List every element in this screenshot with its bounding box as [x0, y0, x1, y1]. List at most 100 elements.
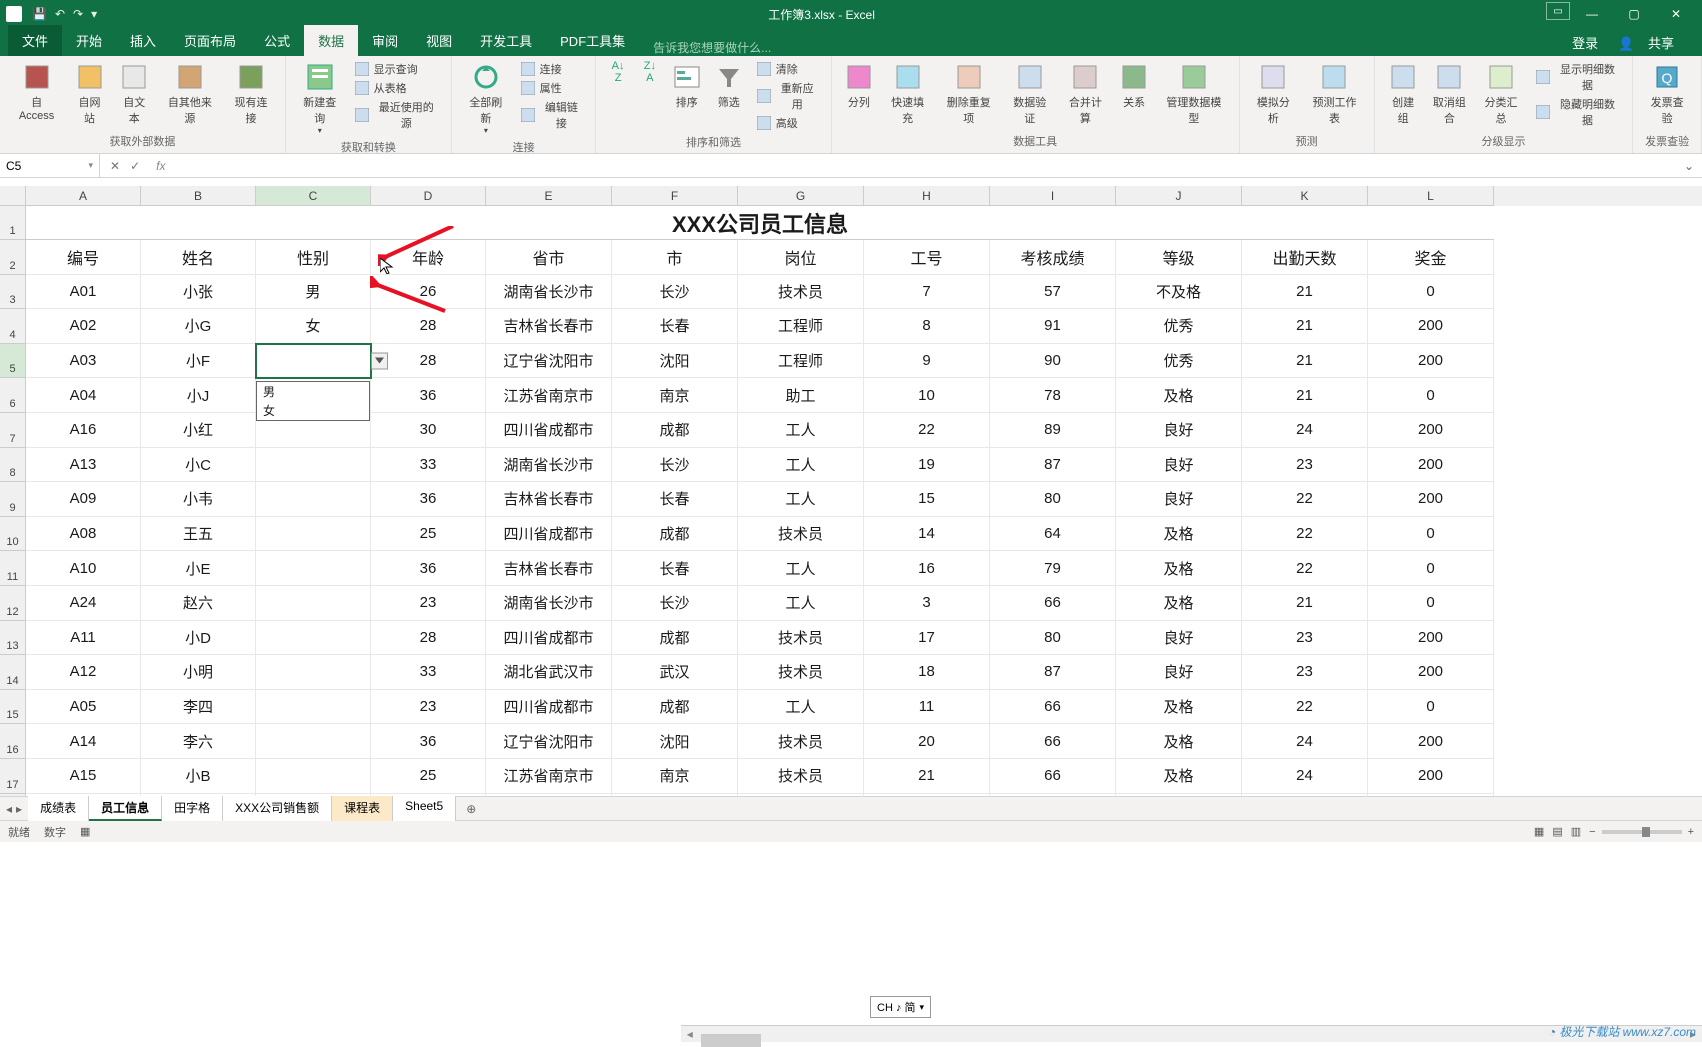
- row-header[interactable]: 11: [0, 551, 26, 586]
- cell[interactable]: 辽宁省沈阳市: [486, 344, 612, 379]
- row-header[interactable]: 1: [0, 206, 26, 240]
- row-header[interactable]: 10: [0, 517, 26, 552]
- cell[interactable]: 及格: [1116, 517, 1242, 552]
- cell[interactable]: 四川省成都市: [486, 413, 612, 448]
- ribbon-options-icon[interactable]: ▭: [1546, 2, 1570, 20]
- cell[interactable]: 年龄: [371, 240, 486, 275]
- cell[interactable]: A12: [26, 655, 141, 690]
- row-header[interactable]: 7: [0, 413, 26, 448]
- cancel-icon[interactable]: ✕: [110, 159, 120, 173]
- row-header[interactable]: 12: [0, 586, 26, 621]
- ribbon-tab[interactable]: 视图: [412, 25, 466, 56]
- cell[interactable]: 16: [864, 551, 990, 586]
- cell[interactable]: 及格: [1116, 586, 1242, 621]
- row-header[interactable]: 9: [0, 482, 26, 517]
- ribbon-button-small[interactable]: 连接: [516, 60, 588, 78]
- cell[interactable]: A16: [26, 413, 141, 448]
- row-header[interactable]: 18: [0, 794, 26, 797]
- column-header[interactable]: K: [1242, 186, 1368, 206]
- cell[interactable]: 10: [864, 378, 990, 413]
- spreadsheet[interactable]: ABCDEFGHIJKL 1XXX公司员工信息2编号姓名性别年龄省市市岗位工号考…: [0, 186, 1702, 796]
- ribbon-button[interactable]: 分列: [840, 60, 878, 112]
- cell[interactable]: 南京: [612, 759, 738, 794]
- cell[interactable]: 26: [371, 275, 486, 310]
- cell[interactable]: 200: [1368, 344, 1494, 379]
- cell[interactable]: 23: [371, 586, 486, 621]
- cell[interactable]: 66: [990, 724, 1116, 759]
- cell[interactable]: 24: [1242, 724, 1368, 759]
- cell[interactable]: 23: [1242, 448, 1368, 483]
- cell[interactable]: 良好: [1116, 448, 1242, 483]
- signin-button[interactable]: 登录: [1562, 29, 1608, 56]
- cell[interactable]: 23: [1242, 655, 1368, 690]
- ribbon-button[interactable]: 模拟分析: [1248, 60, 1300, 128]
- cell[interactable]: 0: [1368, 794, 1494, 797]
- cell[interactable]: 湖北省武汉市: [486, 655, 612, 690]
- cell[interactable]: 吉林省长春市: [486, 482, 612, 517]
- cell[interactable]: 24: [371, 794, 486, 797]
- cell[interactable]: 良好: [1116, 621, 1242, 656]
- cell[interactable]: 21: [1242, 275, 1368, 310]
- cell[interactable]: 25: [371, 759, 486, 794]
- cell[interactable]: A09: [26, 482, 141, 517]
- cell[interactable]: 辽宁省沈阳市: [486, 724, 612, 759]
- cell[interactable]: 87: [990, 655, 1116, 690]
- cell[interactable]: 及格: [1116, 724, 1242, 759]
- cell[interactable]: 技术员: [738, 275, 864, 310]
- ribbon-button[interactable]: 现有连接: [225, 60, 277, 128]
- column-header[interactable]: G: [738, 186, 864, 206]
- cell[interactable]: 小N: [141, 794, 256, 797]
- new-sheet-button[interactable]: ⊕: [456, 802, 486, 816]
- cell[interactable]: 长春: [612, 551, 738, 586]
- cell[interactable]: 沈阳: [612, 344, 738, 379]
- cell[interactable]: 及格: [1116, 690, 1242, 725]
- cell[interactable]: 良好: [1116, 655, 1242, 690]
- cell[interactable]: 李四: [141, 690, 256, 725]
- cell[interactable]: 助工: [738, 378, 864, 413]
- cell[interactable]: 男女: [256, 344, 371, 379]
- cell[interactable]: 8: [864, 309, 990, 344]
- cell[interactable]: 成都: [612, 413, 738, 448]
- cell[interactable]: 200: [1368, 482, 1494, 517]
- cell[interactable]: 23: [371, 690, 486, 725]
- row-header[interactable]: 4: [0, 309, 26, 344]
- cell[interactable]: 200: [1368, 621, 1494, 656]
- cell[interactable]: 87: [990, 448, 1116, 483]
- cell[interactable]: 78: [990, 378, 1116, 413]
- cell[interactable]: 66: [990, 759, 1116, 794]
- ribbon-tab[interactable]: 页面布局: [170, 25, 250, 56]
- ribbon-button-small[interactable]: 显示明细数据: [1531, 60, 1624, 94]
- cell[interactable]: 200: [1368, 655, 1494, 690]
- ribbon-button[interactable]: 自文本: [114, 60, 155, 128]
- cell[interactable]: 小D: [141, 621, 256, 656]
- cell[interactable]: 200: [1368, 309, 1494, 344]
- cell[interactable]: A15: [26, 759, 141, 794]
- ribbon-button[interactable]: 数据验证: [1004, 60, 1056, 128]
- tell-me[interactable]: 告诉我您想要做什么...: [653, 39, 771, 56]
- cell[interactable]: 及格: [1116, 794, 1242, 797]
- cell[interactable]: 等级: [1116, 240, 1242, 275]
- cell[interactable]: 33: [371, 448, 486, 483]
- cell[interactable]: 技术员: [738, 517, 864, 552]
- cell[interactable]: 奖金: [1368, 240, 1494, 275]
- cell[interactable]: [256, 794, 371, 797]
- cell[interactable]: 长沙: [612, 448, 738, 483]
- cell[interactable]: 36: [371, 724, 486, 759]
- cell[interactable]: 7: [864, 275, 990, 310]
- column-header[interactable]: J: [1116, 186, 1242, 206]
- cell[interactable]: 湖南省长沙市: [486, 275, 612, 310]
- ribbon-button[interactable]: 删除重复项: [937, 60, 999, 128]
- cell[interactable]: 33: [371, 655, 486, 690]
- cell[interactable]: 四川省成都市: [486, 621, 612, 656]
- ribbon-button-small[interactable]: 显示查询: [350, 60, 443, 78]
- fx-icon[interactable]: fx: [150, 159, 171, 173]
- cell[interactable]: [256, 517, 371, 552]
- select-all-corner[interactable]: [0, 186, 26, 206]
- ribbon-button[interactable]: 取消组合: [1424, 60, 1476, 128]
- save-icon[interactable]: 💾: [32, 7, 47, 21]
- title-cell[interactable]: XXX公司员工信息: [26, 206, 1494, 240]
- cell[interactable]: 23: [1242, 621, 1368, 656]
- cell[interactable]: 技术员: [738, 655, 864, 690]
- ribbon-button-small[interactable]: 清除: [752, 60, 823, 78]
- cell[interactable]: 小张: [141, 275, 256, 310]
